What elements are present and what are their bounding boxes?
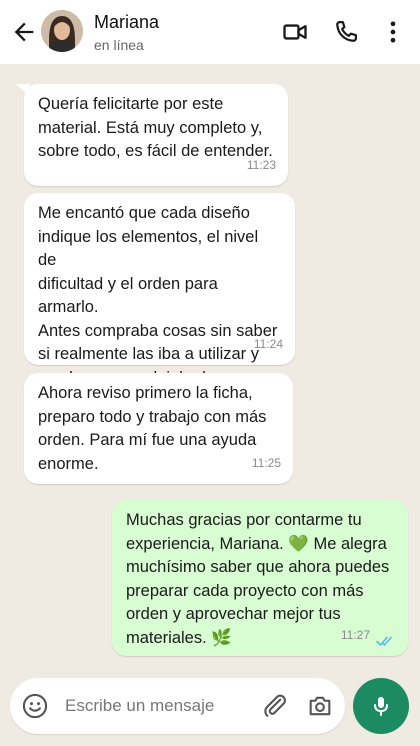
video-call-icon[interactable] [281,18,309,46]
mic-icon [374,697,388,716]
voice-message-button[interactable] [353,678,409,734]
message-bubble-outgoing[interactable]: Muchas gracias por contarme tu experienc… [112,500,408,656]
message-text: Ahora reviso primero la ficha, preparo t… [38,384,267,473]
message-input[interactable]: Escribe un mensaje [65,696,214,716]
chat-header: Mariana en línea [0,0,420,64]
message-text: Quería felicitarte por este material. Es… [38,95,273,160]
message-bubble-incoming[interactable]: Quería felicitarte por este material. Es… [16,84,288,186]
message-time: 11:24 [253,336,283,351]
more-options-icon[interactable] [379,18,407,46]
phone-icon[interactable] [332,18,360,46]
contact-name[interactable]: Mariana [94,12,159,33]
emoji-icon[interactable] [21,692,49,720]
avatar[interactable] [41,10,83,52]
back-arrow-icon[interactable] [10,18,38,46]
camera-icon[interactable] [306,692,334,720]
message-bubble-incoming[interactable]: Ahora reviso primero la ficha, preparo t… [24,373,293,484]
message-bubble-incoming[interactable]: Me encantó que cada diseño indique los e… [24,193,295,410]
message-time: 11:23 [246,157,276,172]
read-ticks-icon [376,636,392,646]
message-composer[interactable]: Escribe un mensaje [10,678,345,734]
contact-status: en línea [94,37,144,53]
attach-icon[interactable] [261,692,289,720]
message-time: 11:25 [251,455,281,470]
message-time: 11:27 [340,627,370,642]
